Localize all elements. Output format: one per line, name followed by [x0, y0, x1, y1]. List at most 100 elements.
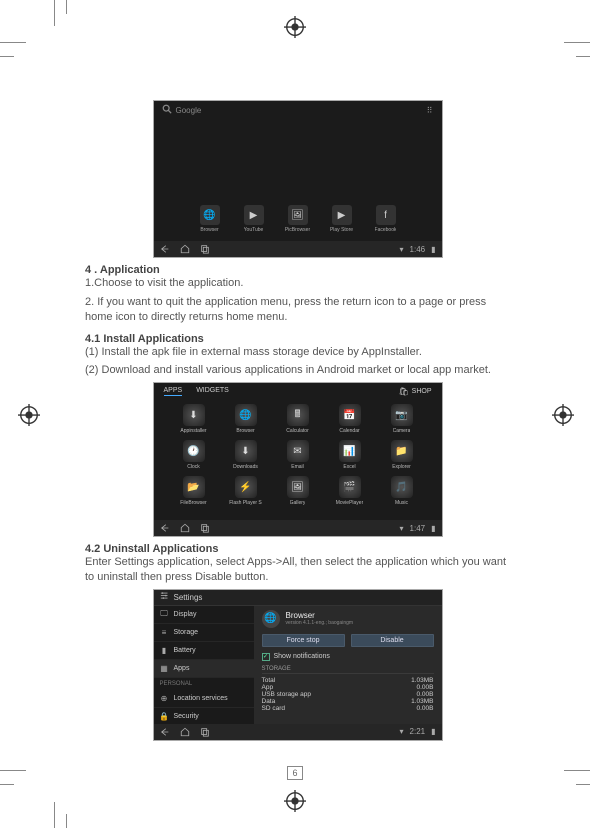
app-icon: 🖼 [288, 205, 308, 225]
sidebar-icon: ≡ [160, 628, 169, 637]
browser-icon: 🌐 [262, 610, 280, 628]
registration-mark-right [552, 404, 574, 426]
app-cell[interactable]: 🎵 Music [378, 476, 426, 506]
home-icon[interactable] [180, 244, 190, 254]
sidebar-section: PERSONAL [154, 678, 254, 690]
home-icon[interactable] [180, 727, 190, 737]
tab-widgets[interactable]: WIDGETS [196, 387, 229, 396]
shop-link[interactable]: 🛍 SHOP [399, 387, 432, 396]
app-cell[interactable]: ⬇ Downloads [222, 440, 270, 470]
app-cell[interactable]: ✉ Email [274, 440, 322, 470]
battery-icon: ▮ [431, 727, 435, 736]
apps-grid: ⬇Appinstaller🌐Browser🖩Calculator 📅 Calenda… [154, 400, 442, 510]
sidebar-item[interactable]: 🖵Display [154, 606, 254, 624]
home-icon[interactable] [180, 523, 190, 533]
app-version: version 4.1.1-eng.; baogaingm [286, 620, 354, 626]
app-label: Gallery [290, 500, 306, 506]
tab-apps[interactable]: APPS [164, 387, 183, 396]
paragraph-41a: (1) Install the apk file in external mas… [85, 345, 510, 360]
app-icon: 📊 [339, 440, 361, 462]
show-notifications-checkbox[interactable]: ✓ Show notifications [262, 653, 434, 661]
sidebar-icon: 🔒 [160, 712, 169, 721]
app-label: Camera [393, 428, 411, 434]
storage-row: Total1.03MB [262, 677, 434, 684]
sidebar-icon: ⊕ [160, 694, 169, 703]
app-icon: ⬇ [235, 440, 257, 462]
app-icon: ⚡ [235, 476, 257, 498]
app-icon: 🕐 [183, 440, 205, 462]
storage-row: USB storage app0.00B [262, 691, 434, 698]
dock-item[interactable]: fFacebook [368, 205, 404, 233]
app-icon: 📅 [339, 404, 361, 426]
force-stop-button[interactable]: Force stop [262, 634, 345, 647]
dock-item[interactable]: 🖼 PicBrowser [280, 205, 316, 233]
sidebar-item[interactable]: ≡Storage [154, 624, 254, 642]
app-cell[interactable]: ⬇Appinstaller [170, 404, 218, 434]
app-icon: 🌐 [235, 404, 257, 426]
app-label: PicBrowser [285, 227, 310, 233]
app-label: Music [395, 500, 408, 506]
app-label: Flash Player S [229, 500, 262, 506]
app-icon: ▶ [332, 205, 352, 225]
dock-item[interactable]: ▶ Play Store [324, 205, 360, 233]
sidebar-item[interactable]: ▮Battery [154, 642, 254, 660]
dock-item[interactable]: 🌐 Browser [192, 205, 228, 233]
app-cell[interactable]: 🎬MoviePlayer [326, 476, 374, 506]
app-cell[interactable]: 📁Explorer [378, 440, 426, 470]
app-cell[interactable]: 📅 Calendar [326, 404, 374, 434]
app-label: Calendar [339, 428, 359, 434]
sidebar-item[interactable]: ⊕Location services [154, 690, 254, 708]
app-label: Play Store [330, 227, 353, 233]
back-icon[interactable] [160, 244, 170, 254]
heading-41: 4.1 Install Applications [85, 333, 510, 345]
screenshot-apps: APPS WIDGETS 🛍 SHOP ⬇Appinstaller🌐Browse… [153, 382, 443, 537]
apps-grid-icon[interactable]: ⠿ [427, 106, 434, 115]
dock-item[interactable]: ▶YouTube [236, 205, 272, 233]
app-label: Clock [187, 464, 200, 470]
app-label: Calculator [286, 428, 309, 434]
sidebar-icon: 🖵 [160, 610, 169, 619]
app-label: Downloads [233, 464, 258, 470]
app-icon: 🌐 [200, 205, 220, 225]
recent-icon[interactable] [200, 244, 210, 254]
clock-time: 2:21 [410, 727, 426, 736]
settings-main: 🌐 Browser version 4.1.1-eng.; baogaingm … [254, 606, 442, 724]
app-cell[interactable]: 🕐 Clock [170, 440, 218, 470]
disable-button[interactable]: Disable [351, 634, 434, 647]
app-icon: 📷 [391, 404, 413, 426]
app-icon: 📂 [183, 476, 205, 498]
heading-4: 4 . Application [85, 264, 510, 276]
app-label: FileBrowser [180, 500, 206, 506]
search-bar[interactable]: Google [162, 104, 202, 116]
wifi-icon: ▾ [400, 245, 404, 254]
app-cell[interactable]: ⚡ Flash Player S [222, 476, 270, 506]
settings-icon [160, 591, 170, 603]
app-label: Email [291, 464, 304, 470]
sidebar-item[interactable]: ▦Apps [154, 660, 254, 678]
app-icon: ✉ [287, 440, 309, 462]
back-icon[interactable] [160, 727, 170, 737]
paragraph-4a: 1.Choose to visit the application. [85, 276, 510, 291]
search-icon [162, 104, 172, 116]
registration-mark-bottom [284, 790, 306, 812]
back-icon[interactable] [160, 523, 170, 533]
app-label: Browser [200, 227, 218, 233]
app-icon: f [376, 205, 396, 225]
recent-icon[interactable] [200, 523, 210, 533]
app-cell[interactable]: 📂 FileBrowser [170, 476, 218, 506]
recent-icon[interactable] [200, 727, 210, 737]
app-cell[interactable]: 🖩Calculator [274, 404, 322, 434]
battery-icon: ▮ [431, 524, 435, 533]
shop-icon: 🛍 [399, 387, 409, 396]
sidebar-icon: ▮ [160, 646, 169, 655]
app-cell[interactable]: 🖼Gallery [274, 476, 322, 506]
app-name: Browser [286, 611, 354, 620]
app-cell[interactable]: 📷 Camera [378, 404, 426, 434]
screenshot-home: Google ⠿ 🌐 Browser ▶YouTube 🖼 PicBrowser ▶ Pla… [153, 100, 443, 258]
app-icon: 🎵 [391, 476, 413, 498]
storage-section-label: STORAGE [262, 666, 434, 674]
storage-row: SD card0.00B [262, 705, 434, 712]
app-cell[interactable]: 🌐Browser [222, 404, 270, 434]
app-icon: ⬇ [183, 404, 205, 426]
app-cell[interactable]: 📊Excel [326, 440, 374, 470]
